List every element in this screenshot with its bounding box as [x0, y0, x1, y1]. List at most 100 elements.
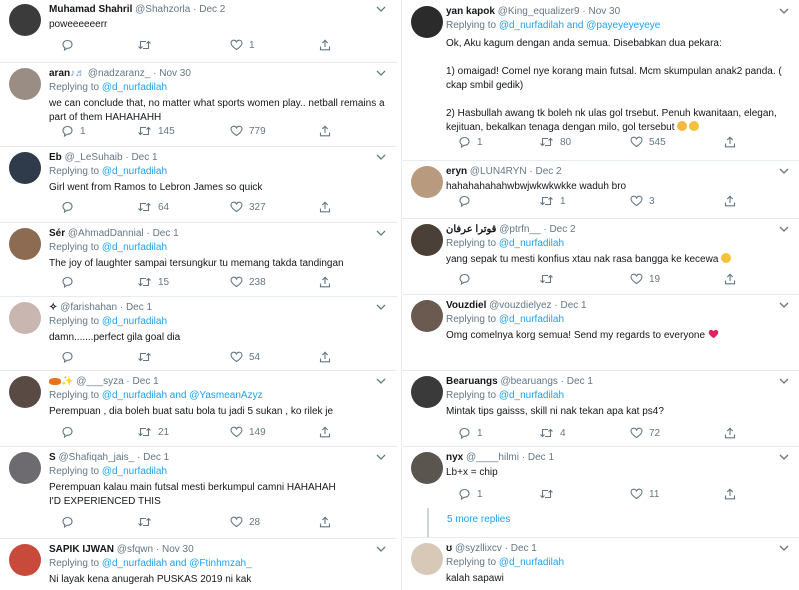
avatar[interactable] [411, 452, 443, 484]
tweet-date[interactable]: Nov 30 [588, 6, 620, 17]
tweet[interactable]: S @Shafiqah_jais_ · Dec 1 Replying to @d… [0, 446, 397, 539]
like-button[interactable]: 238 [230, 276, 266, 290]
like-button[interactable]: 779 [230, 125, 266, 139]
tweet-date[interactable]: Dec 1 [153, 228, 179, 239]
share-button[interactable] [319, 125, 331, 139]
tweet[interactable]: ✧ @farishahan · Dec 1 Replying to @d_nur… [0, 296, 397, 371]
mention-link[interactable]: @d_nurfadilah [102, 166, 167, 177]
reply-button[interactable]: 1 [458, 136, 483, 150]
avatar[interactable] [411, 376, 443, 408]
tweet[interactable]: Muhamad Shahril @Shahzorla · Dec 2 powee… [0, 0, 397, 63]
reply-button[interactable]: 1 [458, 427, 483, 441]
avatar[interactable] [9, 544, 41, 576]
share-button[interactable] [319, 516, 331, 530]
share-button[interactable] [319, 276, 331, 290]
like-button[interactable]: 28 [230, 516, 260, 530]
tweet[interactable]: قوترا عرفان @ptrfn__ · Dec 2 Replying to… [402, 218, 799, 295]
user-name[interactable]: aran [49, 68, 70, 79]
user-name[interactable]: ʊ [446, 543, 452, 554]
mention-link[interactable]: @d_nurfadilah [499, 238, 564, 249]
tweet-date[interactable]: Dec 1 [126, 302, 152, 313]
mention-link[interactable]: @d_nurfadilah [102, 316, 167, 327]
user-name[interactable]: S [49, 452, 56, 463]
tweet[interactable]: yan kapok @King_equalizer9 · Nov 30 Repl… [402, 0, 799, 161]
retweet-button[interactable] [539, 488, 560, 502]
like-button[interactable]: 11 [630, 488, 659, 502]
user-handle[interactable]: @vouzdielyez [489, 300, 551, 311]
tweet-date[interactable]: Dec 2 [549, 224, 575, 235]
user-handle[interactable]: @bearuangs [500, 376, 557, 387]
user-name[interactable]: nyx [446, 452, 463, 463]
avatar[interactable] [9, 68, 41, 100]
reply-button[interactable] [61, 426, 80, 440]
mention-link[interactable]: @d_nurfadilah [102, 466, 167, 477]
reply-button[interactable] [61, 201, 80, 215]
like-button[interactable]: 54 [230, 351, 260, 365]
avatar[interactable] [9, 302, 41, 334]
tweet-date[interactable]: Dec 1 [560, 300, 586, 311]
share-button[interactable] [724, 136, 736, 150]
tweet-date[interactable]: Dec 1 [133, 376, 159, 387]
tweet-date[interactable]: Dec 1 [131, 152, 157, 163]
retweet-button[interactable]: 15 [137, 276, 169, 290]
reply-button[interactable]: 1 [61, 125, 86, 139]
user-name[interactable]: Vouzdiel [446, 300, 486, 311]
retweet-button[interactable]: 145 [137, 125, 175, 139]
like-button[interactable]: 19 [630, 273, 660, 287]
share-button[interactable] [724, 427, 736, 441]
reply-button[interactable] [458, 273, 477, 287]
avatar[interactable] [9, 452, 41, 484]
share-button[interactable] [319, 201, 331, 215]
user-handle[interactable]: @AhmadDannial [68, 228, 144, 239]
user-name[interactable]: Eb [49, 152, 62, 163]
user-handle[interactable]: @Shafiqah_jais_ [58, 452, 134, 463]
tweet[interactable]: Sér @AhmadDannial · Dec 1 Replying to @d… [0, 222, 397, 297]
tweet-date[interactable]: Dec 1 [528, 452, 554, 463]
user-handle[interactable]: @farishahan [60, 302, 117, 313]
reply-button[interactable] [61, 276, 80, 290]
retweet-button[interactable]: 4 [539, 427, 566, 441]
avatar[interactable] [411, 224, 443, 256]
user-name[interactable]: yan kapok [446, 6, 495, 17]
tweet[interactable]: Vouzdiel @vouzdielyez · Dec 1 Replying t… [402, 294, 799, 371]
tweet[interactable]: eryn @LUN4RYN · Dec 2 hahahahahahwbwjwkw… [402, 160, 799, 219]
user-handle[interactable]: @syzllixcv [455, 543, 502, 554]
mention-link[interactable]: @d_nurfadilah [499, 314, 564, 325]
tweet[interactable]: ✨ @___syza · Dec 1 Replying to @d_nurfad… [0, 370, 397, 447]
retweet-button[interactable] [137, 516, 158, 530]
reply-button[interactable] [61, 516, 80, 530]
user-name[interactable]: Bearuangs [446, 376, 498, 387]
share-button[interactable] [724, 195, 736, 209]
tweet-date[interactable]: Nov 30 [162, 544, 194, 555]
user-name[interactable]: ✧ [49, 302, 57, 313]
mention-link[interactable]: @d_nurfadilah [102, 242, 167, 253]
like-button[interactable]: 72 [630, 427, 660, 441]
like-button[interactable]: 545 [630, 136, 666, 150]
retweet-button[interactable]: 64 [137, 201, 169, 215]
more-replies-link[interactable]: 5 more replies [447, 514, 510, 525]
user-name[interactable]: Sér [49, 228, 65, 239]
tweet[interactable]: SAPIK IJWAN @sfqwn · Nov 30 Replying to … [0, 538, 397, 590]
mention-link[interactable]: @d_nurfadilah [102, 82, 167, 93]
avatar[interactable] [9, 228, 41, 260]
avatar[interactable] [411, 166, 443, 198]
share-button[interactable] [319, 39, 331, 53]
tweet[interactable]: nyx @____hilmi · Dec 1 Lb+x = chip 1 11 [402, 446, 799, 508]
user-handle[interactable]: @nadzaranz_ [88, 68, 150, 79]
share-button[interactable] [724, 273, 736, 287]
user-handle[interactable]: @sfqwn [117, 544, 153, 555]
share-button[interactable] [319, 426, 331, 440]
user-name[interactable]: قوترا عرفان [446, 224, 496, 235]
retweet-button[interactable] [137, 39, 158, 53]
mention-link[interactable]: @d_nurfadilah [499, 557, 564, 568]
reply-button[interactable]: 1 [458, 488, 483, 502]
share-button[interactable] [724, 488, 736, 502]
reply-button[interactable] [458, 195, 477, 209]
mention-link[interactable]: @d_nurfadilah and @payeyeyeyeye [499, 20, 661, 31]
avatar[interactable] [411, 543, 443, 575]
share-button[interactable] [319, 351, 331, 365]
user-name[interactable]: Muhamad Shahril [49, 4, 132, 15]
like-button[interactable]: 327 [230, 201, 266, 215]
mention-link[interactable]: @d_nurfadilah and @YasmeanAzyz [102, 390, 263, 401]
mention-link[interactable]: @d_nurfadilah [499, 390, 564, 401]
